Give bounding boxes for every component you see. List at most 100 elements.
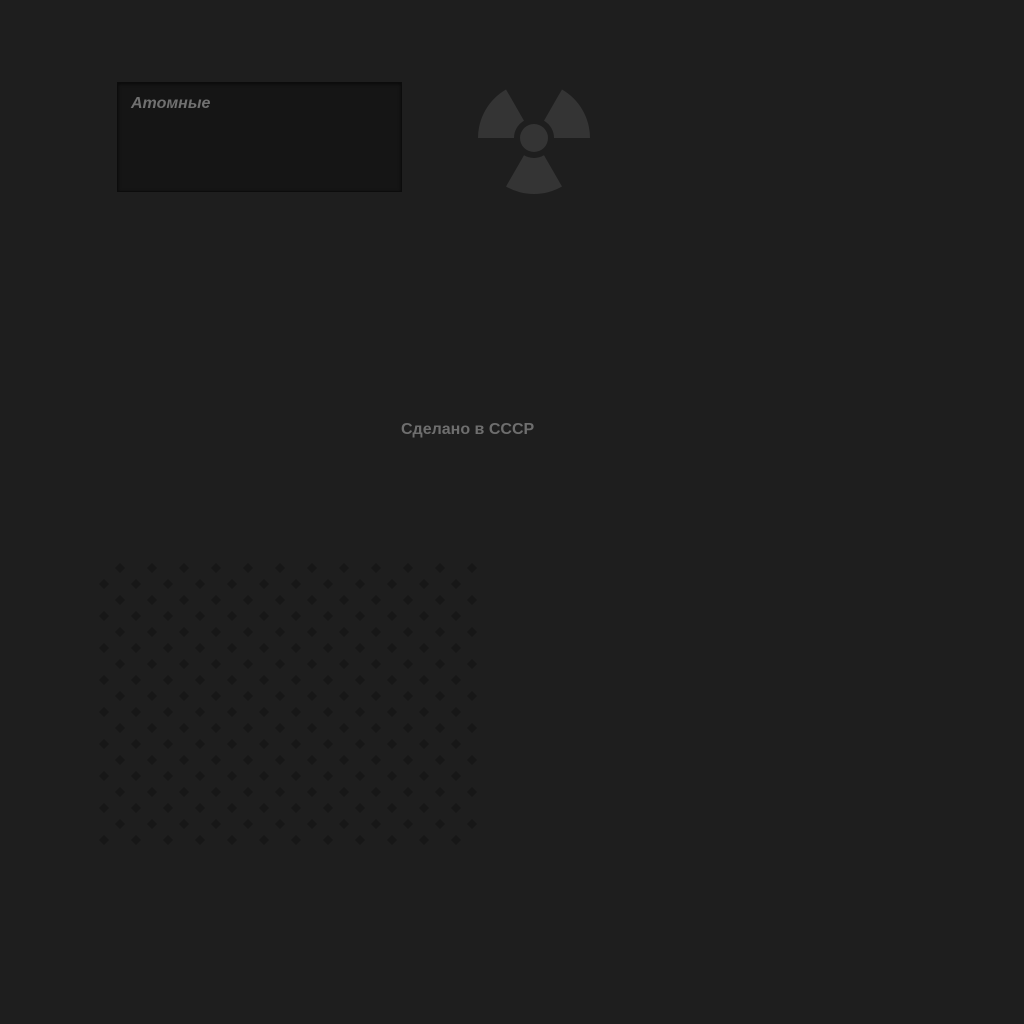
grille-hole — [259, 707, 269, 717]
grille-hole — [195, 675, 205, 685]
grille-hole — [275, 595, 285, 605]
grille-hole — [355, 803, 365, 813]
grille-hole — [339, 595, 349, 605]
label-panel: Атомные — [117, 82, 402, 192]
grille-hole — [275, 659, 285, 669]
grille-hole — [195, 771, 205, 781]
grille-hole — [115, 659, 125, 669]
grille-hole — [307, 787, 317, 797]
grille-hole — [179, 755, 189, 765]
grille-hole — [243, 595, 253, 605]
grille-hole — [307, 595, 317, 605]
grille-hole — [323, 579, 333, 589]
grille-hole — [403, 787, 413, 797]
grille-hole — [339, 787, 349, 797]
grille-hole — [211, 563, 221, 573]
grille-hole — [227, 835, 237, 845]
grille-hole — [467, 659, 477, 669]
grille-hole — [371, 691, 381, 701]
grille-hole — [99, 707, 109, 717]
grille-hole — [259, 643, 269, 653]
grille-hole — [339, 563, 349, 573]
grille-hole — [147, 787, 157, 797]
grille-hole — [291, 579, 301, 589]
made-in-ussr-caption: Сделано в СССР — [401, 421, 535, 438]
grille-hole — [243, 691, 253, 701]
grille-hole — [291, 803, 301, 813]
grille-hole — [387, 771, 397, 781]
grille-hole — [243, 787, 253, 797]
grille-hole — [451, 771, 461, 781]
grille-hole — [291, 643, 301, 653]
grille-hole — [323, 707, 333, 717]
grille-hole — [179, 787, 189, 797]
grille-hole — [451, 611, 461, 621]
grille-hole — [147, 563, 157, 573]
grille-hole — [275, 819, 285, 829]
grille-hole — [147, 723, 157, 733]
grille-hole — [419, 739, 429, 749]
grille-hole — [147, 819, 157, 829]
grille-hole — [435, 787, 445, 797]
grille-hole — [163, 675, 173, 685]
grille-hole — [339, 723, 349, 733]
grille-hole — [99, 803, 109, 813]
grille-hole — [339, 659, 349, 669]
grille-hole — [371, 819, 381, 829]
grille-hole — [387, 707, 397, 717]
grille-hole — [115, 595, 125, 605]
grille-hole — [435, 563, 445, 573]
grille-hole — [355, 771, 365, 781]
grille-hole — [451, 803, 461, 813]
grille-hole — [115, 627, 125, 637]
grille-hole — [307, 659, 317, 669]
grille-hole — [227, 803, 237, 813]
grille-hole — [323, 643, 333, 653]
grille-hole — [467, 755, 477, 765]
grille-hole — [339, 755, 349, 765]
grille-hole — [131, 771, 141, 781]
grille-hole — [467, 563, 477, 573]
grille-hole — [211, 787, 221, 797]
grille-hole — [275, 563, 285, 573]
grille-hole — [131, 579, 141, 589]
grille-hole — [451, 579, 461, 589]
grille-hole — [467, 819, 477, 829]
grille-hole — [435, 691, 445, 701]
grille-hole — [467, 723, 477, 733]
grille-hole — [227, 643, 237, 653]
grille-hole — [467, 627, 477, 637]
grille-hole — [227, 739, 237, 749]
grille-hole — [243, 563, 253, 573]
grille-hole — [179, 819, 189, 829]
grille-hole — [275, 723, 285, 733]
grille-hole — [163, 707, 173, 717]
grille-hole — [179, 627, 189, 637]
grille-hole — [323, 739, 333, 749]
grille-hole — [259, 739, 269, 749]
grille-hole — [131, 803, 141, 813]
grille-hole — [115, 819, 125, 829]
grille-hole — [387, 643, 397, 653]
grille-hole — [275, 755, 285, 765]
grille-hole — [259, 611, 269, 621]
grille-hole — [435, 659, 445, 669]
grille-hole — [451, 707, 461, 717]
radiation-icon — [478, 89, 590, 195]
grille-hole — [131, 643, 141, 653]
grille-hole — [403, 659, 413, 669]
grille-hole — [275, 787, 285, 797]
grille-hole — [291, 611, 301, 621]
grille-hole — [195, 611, 205, 621]
grille-hole — [259, 675, 269, 685]
grille-hole — [419, 771, 429, 781]
grille-hole — [419, 611, 429, 621]
grille-hole — [131, 611, 141, 621]
grille-hole — [355, 675, 365, 685]
grille-hole — [115, 691, 125, 701]
grille-hole — [195, 835, 205, 845]
grille-hole — [419, 579, 429, 589]
grille-hole — [195, 739, 205, 749]
grille-hole — [147, 755, 157, 765]
grille-hole — [307, 563, 317, 573]
